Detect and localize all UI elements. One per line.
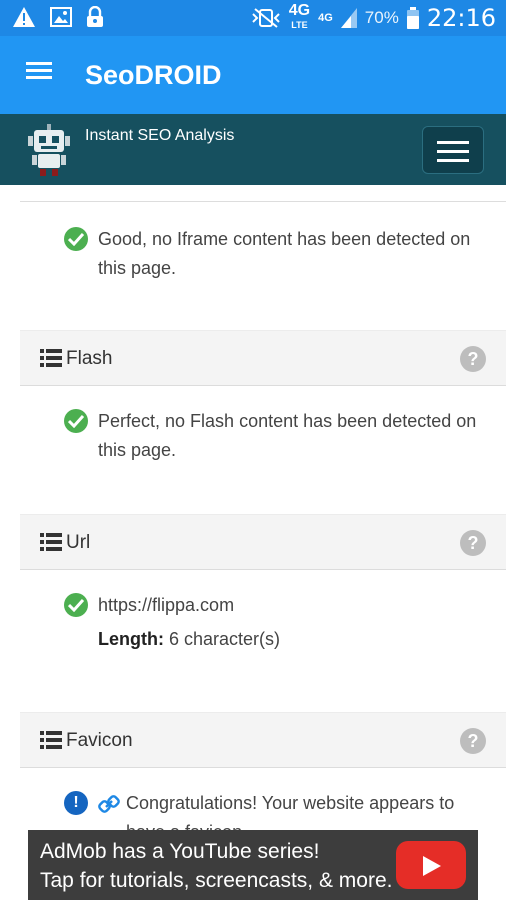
flash-result: Perfect, no Flash content has been detec… bbox=[64, 407, 484, 467]
app-bar: SeoDROID bbox=[0, 36, 506, 114]
flash-panel-header: Flash ? bbox=[20, 330, 506, 386]
favicon-result: ! Congratulations! Your website appears … bbox=[64, 789, 484, 830]
divider bbox=[20, 201, 506, 202]
nav-toggle-button[interactable] bbox=[422, 126, 484, 174]
network-type: 4G LTE bbox=[288, 2, 311, 31]
image-icon bbox=[50, 7, 72, 27]
robot-logo[interactable] bbox=[28, 124, 70, 176]
vibrate-icon bbox=[252, 8, 280, 28]
help-icon[interactable]: ? bbox=[460, 346, 486, 372]
status-bar: 4G LTE 4G 70% 22:16 bbox=[0, 0, 506, 36]
warning-icon bbox=[13, 7, 35, 27]
flash-message: Perfect, no Flash content has been detec… bbox=[98, 411, 477, 460]
help-icon[interactable]: ? bbox=[460, 728, 486, 754]
url-length: Length: 6 character(s) bbox=[98, 629, 280, 650]
url-value: https://flippa.com bbox=[98, 595, 235, 615]
link-icon bbox=[98, 795, 120, 813]
iframe-result: Good, no Iframe content has been detecte… bbox=[64, 225, 484, 285]
check-icon bbox=[64, 409, 88, 433]
status-notifications bbox=[12, 6, 104, 28]
list-icon bbox=[40, 533, 62, 551]
flash-title: Flash bbox=[66, 348, 113, 369]
favicon-message: Congratulations! Your website appears to… bbox=[126, 793, 455, 830]
list-icon bbox=[40, 731, 62, 749]
site-header: Instant SEO Analysis bbox=[0, 114, 506, 185]
url-title: Url bbox=[66, 532, 91, 553]
check-icon bbox=[64, 227, 88, 251]
iframe-message: Good, no Iframe content has been detecte… bbox=[98, 229, 471, 278]
ad-banner[interactable]: AdMob has a YouTube series! Tap for tuto… bbox=[28, 830, 478, 900]
clock: 22:16 bbox=[426, 4, 496, 32]
info-icon: ! bbox=[64, 791, 88, 815]
site-tagline: Instant SEO Analysis bbox=[85, 127, 235, 144]
ad-headline: AdMob has a YouTube series! bbox=[40, 840, 320, 863]
report-content[interactable]: Good, no Iframe content has been detecte… bbox=[0, 185, 506, 830]
length-value: 6 character(s) bbox=[169, 629, 281, 649]
check-icon bbox=[64, 593, 88, 617]
battery-percent: 70% bbox=[364, 8, 399, 27]
ad-subline: Tap for tutorials, screencasts, & more. bbox=[40, 869, 393, 892]
youtube-icon[interactable] bbox=[396, 841, 466, 889]
favicon-title: Favicon bbox=[66, 730, 133, 751]
url-result: https://flippa.com Length: 6 character(s… bbox=[64, 591, 484, 661]
length-label: Length: bbox=[98, 629, 164, 649]
signal-icon bbox=[340, 8, 357, 28]
list-icon bbox=[40, 349, 62, 367]
signal-label: 4G bbox=[318, 12, 333, 24]
help-icon[interactable]: ? bbox=[460, 530, 486, 556]
menu-icon[interactable] bbox=[20, 58, 60, 94]
url-panel-header: Url ? bbox=[20, 514, 506, 570]
lock-icon bbox=[87, 6, 103, 27]
app-title: SeoDROID bbox=[85, 60, 222, 90]
status-indicators: 4G LTE 4G 70% 22:16 bbox=[251, 2, 496, 32]
battery-icon bbox=[406, 7, 419, 29]
favicon-panel-header: Favicon ? bbox=[20, 712, 506, 768]
